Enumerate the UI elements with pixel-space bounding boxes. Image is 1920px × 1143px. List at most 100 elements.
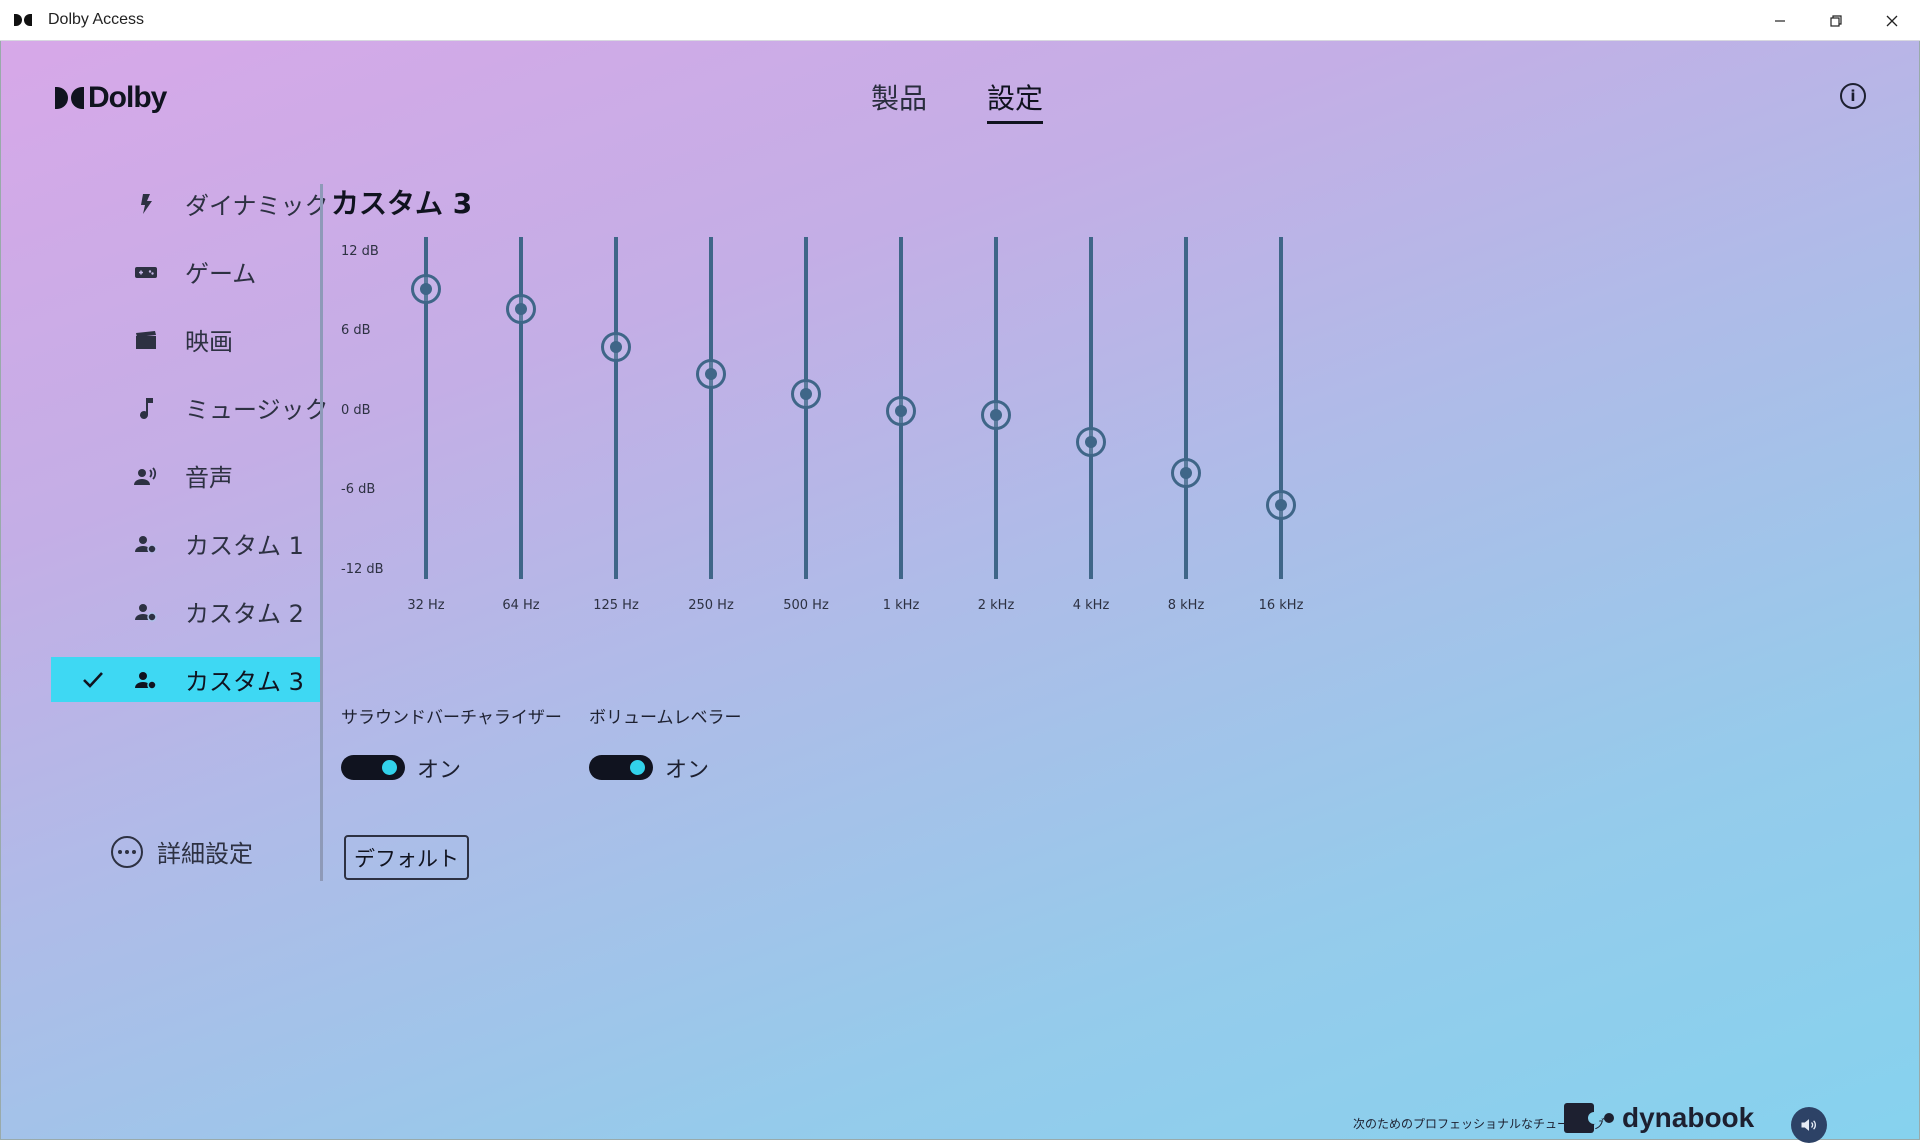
sidebar-item-label: カスタム 3 <box>185 668 304 696</box>
title-bar: Dolby Access <box>0 0 1920 41</box>
eq-slider-knob[interactable] <box>506 294 536 325</box>
sidebar-item-voice[interactable]: 音声 <box>51 453 321 498</box>
eq-slider-track[interactable] <box>1184 237 1188 579</box>
app-window: Dolby 製品 設定 i ダイナミック ゲーム 映画 ミュージック 音声 カス… <box>0 41 1920 1143</box>
eq-slider-knob[interactable] <box>411 274 441 305</box>
eq-y-label: 6 dB <box>341 323 371 338</box>
speaker-test-button[interactable] <box>1791 1107 1827 1143</box>
eq-knob-center <box>895 405 907 418</box>
profile-sidebar: ダイナミック ゲーム 映画 ミュージック 音声 カスタム 1 カスタム 2 カス… <box>51 181 329 725</box>
window-title: Dolby Access <box>48 11 145 28</box>
sidebar-item-music[interactable]: ミュージック <box>51 385 329 430</box>
eq-knob-center <box>705 367 717 380</box>
dolby-mark-icon <box>55 87 84 109</box>
volume-leveler-label: ボリュームレベラー <box>589 708 742 728</box>
eq-slider-track[interactable] <box>519 237 523 579</box>
eq-slider-knob[interactable] <box>981 400 1011 431</box>
gamepad-icon <box>133 259 159 285</box>
surround-virtualizer-toggle[interactable] <box>341 755 405 780</box>
eq-slider-track[interactable] <box>709 237 713 579</box>
brand-name: Dolby <box>88 81 167 114</box>
eq-knob-center <box>1275 499 1287 512</box>
advanced-settings-link[interactable]: 詳細設定 <box>111 834 253 869</box>
eq-slider-knob[interactable] <box>886 396 916 427</box>
eq-band-label: 4 kHz <box>1072 598 1110 613</box>
sidebar-item-label: ゲーム <box>185 260 257 288</box>
sidebar-item-custom-3[interactable]: カスタム 3 <box>51 657 321 702</box>
eq-knob-center <box>990 409 1002 422</box>
dynabook-mark-icon <box>1564 1103 1600 1133</box>
sidebar-item-game[interactable]: ゲーム <box>51 249 321 294</box>
dynabook-brand: dynabook <box>1622 1102 1755 1133</box>
top-nav: 製品 設定 <box>871 77 1044 124</box>
eq-slider-track[interactable] <box>1089 237 1093 579</box>
sidebar-item-label: 音声 <box>185 464 233 492</box>
surround-virtualizer-label: サラウンドバーチャライザー <box>341 708 562 728</box>
tab-products[interactable]: 製品 <box>871 77 927 124</box>
dynabook-dot-icon <box>1604 1113 1614 1123</box>
music-note-icon <box>133 395 159 421</box>
restore-button[interactable] <box>1808 0 1864 41</box>
surround-virtualizer-state: オン <box>417 758 462 783</box>
checkmark-icon <box>83 671 103 688</box>
eq-slider-track[interactable] <box>614 237 618 579</box>
custom-profile-icon <box>133 531 159 557</box>
toggle-knob <box>382 760 397 775</box>
lightning-icon <box>133 191 159 217</box>
toggle-knob <box>630 760 645 775</box>
eq-slider-track[interactable] <box>1279 237 1283 579</box>
volume-leveler-toggle[interactable] <box>589 755 653 780</box>
sidebar-item-dynamic[interactable]: ダイナミック <box>51 181 329 226</box>
close-button[interactable] <box>1864 0 1920 41</box>
eq-knob-center <box>1180 467 1192 480</box>
speaking-person-icon <box>133 463 159 489</box>
sidebar-item-label: ダイナミック <box>185 192 329 220</box>
sidebar-item-movie[interactable]: 映画 <box>51 317 321 362</box>
sidebar-item-label: 映画 <box>185 328 233 356</box>
eq-slider-knob[interactable] <box>791 378 821 409</box>
tab-settings[interactable]: 設定 <box>987 77 1044 124</box>
eq-slider-knob[interactable] <box>1266 490 1296 521</box>
sidebar-item-label: カスタム 2 <box>185 600 304 628</box>
clapperboard-icon <box>133 327 159 353</box>
custom-profile-icon <box>133 599 159 625</box>
speaker-icon <box>1801 1119 1816 1131</box>
eq-band-label: 250 Hz <box>688 598 734 613</box>
eq-band-label: 32 Hz <box>407 598 445 613</box>
more-options-icon <box>111 835 143 868</box>
eq-band-label: 125 Hz <box>593 598 639 613</box>
eq-knob-center <box>515 303 527 316</box>
eq-knob-center <box>610 341 622 354</box>
restore-icon <box>1830 14 1842 27</box>
sidebar-item-custom-2[interactable]: カスタム 2 <box>51 589 321 634</box>
eq-knob-center <box>420 283 432 296</box>
custom-profile-icon <box>133 667 159 693</box>
eq-band-label: 2 kHz <box>977 598 1015 613</box>
eq-band-label: 64 Hz <box>502 598 540 613</box>
sidebar-item-label: カスタム 1 <box>185 532 304 560</box>
sidebar-item-custom-1[interactable]: カスタム 1 <box>51 521 321 566</box>
minimize-button[interactable] <box>1752 0 1808 41</box>
eq-band-label: 500 Hz <box>783 598 829 613</box>
sidebar-divider <box>320 184 323 881</box>
eq-band-label: 1 kHz <box>882 598 920 613</box>
dolby-app-icon <box>14 13 34 27</box>
info-glyph: i <box>1850 87 1856 105</box>
eq-slider-knob[interactable] <box>1171 458 1201 489</box>
dolby-logo: Dolby <box>55 81 167 115</box>
preset-title: カスタム 3 <box>331 187 473 220</box>
eq-slider-knob[interactable] <box>601 332 631 363</box>
info-icon[interactable]: i <box>1840 83 1866 109</box>
minimize-icon <box>1775 19 1785 22</box>
eq-band-label: 16 kHz <box>1258 598 1304 613</box>
eq-y-label: -6 dB <box>341 482 376 497</box>
eq-knob-center <box>1085 435 1097 448</box>
eq-slider-knob[interactable] <box>1076 426 1106 457</box>
eq-slider-knob[interactable] <box>696 358 726 389</box>
dynabook-logo: dynabook <box>1564 1102 1754 1134</box>
default-button[interactable]: デフォルト <box>344 835 469 880</box>
eq-band-label: 8 kHz <box>1167 598 1205 613</box>
close-icon <box>1886 15 1898 26</box>
advanced-settings-label: 詳細設定 <box>157 840 253 868</box>
volume-leveler-state: オン <box>665 758 710 783</box>
